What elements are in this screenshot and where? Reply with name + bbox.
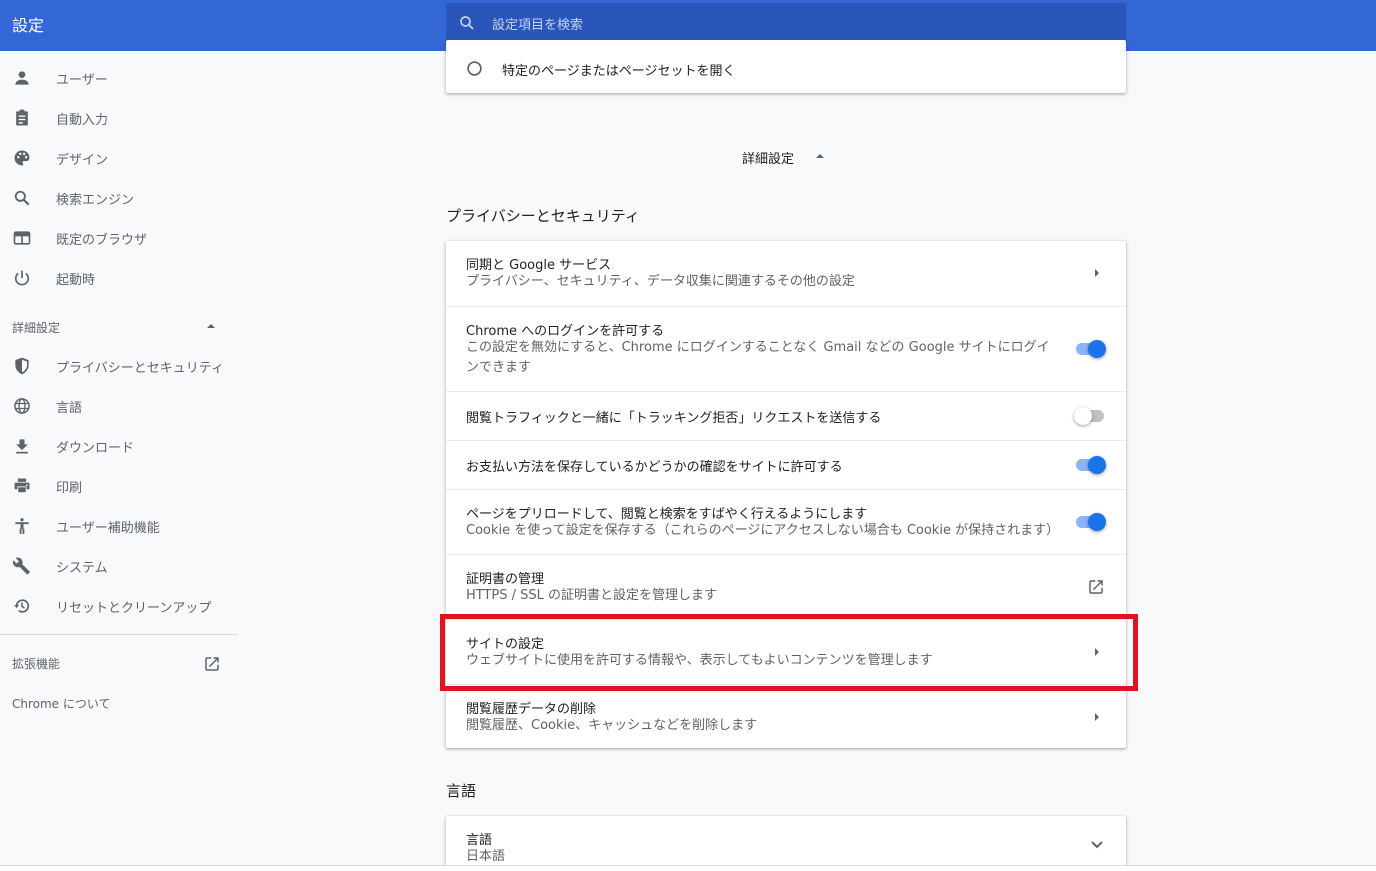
do-not-track-toggle[interactable] (1074, 406, 1106, 426)
sidebar-item-label: システム (56, 561, 108, 576)
external-link-icon[interactable] (203, 655, 221, 673)
search-placeholder: 設定項目を検索 (492, 18, 584, 33)
sidebar-item-reset[interactable]: リセットとクリーンアップ (0, 586, 238, 626)
sidebar-item-label: ユーザー (56, 73, 108, 88)
browser-icon (13, 231, 31, 245)
row-subtitle: HTTPS / SSL の証明書と設定を管理します (466, 588, 718, 603)
window-bottom-edge (0, 865, 1376, 871)
allow-chrome-signin-row: Chrome へのログインを許可する この設定を無効にすると、Chrome にロ… (446, 306, 1126, 391)
preload-pages-row: ページをプリロードして、閲覧と検索をすばやく行えるようにします Cookie を… (446, 489, 1126, 554)
preload-pages-toggle[interactable] (1074, 512, 1106, 532)
page-title: 設定 (12, 16, 45, 35)
sidebar-item-people[interactable]: ユーザー (0, 58, 238, 98)
palette-icon (14, 150, 30, 166)
language-card: 言語 日本語 (446, 816, 1126, 871)
radio-button[interactable] (466, 60, 483, 77)
chevron-right-icon (1095, 269, 1099, 277)
sidebar-item-downloads[interactable]: ダウンロード (0, 426, 238, 466)
search-icon (460, 16, 474, 30)
download-icon (16, 439, 28, 454)
sidebar-item-accessibility[interactable]: ユーザー補助機能 (0, 506, 238, 546)
payment-methods-toggle[interactable] (1074, 455, 1106, 475)
accessibility-icon (15, 518, 29, 534)
manage-certificates-row[interactable]: 証明書の管理 HTTPS / SSL の証明書と設定を管理します (446, 554, 1126, 619)
search-input[interactable]: 設定項目を検索 (446, 3, 1126, 43)
sidebar-item-system[interactable]: システム (0, 546, 238, 586)
advanced-settings-toggle[interactable]: 詳細設定 (742, 148, 794, 167)
sidebar-item-label: リセットとクリーンアップ (56, 601, 212, 616)
sidebar-item-label: 自動入力 (56, 113, 109, 128)
do-not-track-row: 閲覧トラフィックと一緒に「トラッキング拒否」リクエストを送信する (446, 391, 1126, 440)
globe-icon (14, 398, 30, 414)
row-subtitle: プライバシー、セキュリティ、データ収集に関連するその他の設定 (466, 274, 855, 289)
startup-option-label: 特定のページまたはページセットを開く (502, 64, 736, 79)
sidebar-item-label: 起動時 (56, 273, 96, 288)
sidebar-divider (0, 634, 238, 635)
language-section-title: 言語 (446, 782, 477, 800)
shield-icon (15, 357, 29, 375)
sidebar-item-label: ダウンロード (56, 441, 135, 456)
person-icon (15, 71, 29, 85)
toggle-knob (1088, 340, 1106, 358)
sidebar-item-languages[interactable]: 言語 (0, 386, 238, 426)
row-title: 同期と Google サービス (466, 258, 612, 273)
sidebar: ユーザー 自動入力 デザイン 検索エンジン 既定のブラウザ 起動時 詳細設定 プ… (0, 51, 240, 865)
language-row[interactable]: 言語 日本語 (446, 816, 1126, 871)
sidebar-item-printing[interactable]: 印刷 (0, 466, 238, 506)
row-subtitle: この設定を無効にすると、Chrome にログインすることなく Gmail などの… (466, 340, 1050, 375)
caret-up-icon[interactable] (814, 151, 826, 161)
payment-methods-check-row: お支払い方法を保存しているかどうかの確認をサイトに許可する (446, 440, 1126, 489)
sidebar-item-about-chrome[interactable]: Chrome について (12, 695, 111, 712)
advanced-label: 詳細設定 (742, 152, 795, 167)
site-settings-highlight (440, 614, 1138, 691)
printer-icon (14, 478, 30, 494)
toggle-knob (1074, 407, 1092, 425)
allow-chrome-signin-toggle[interactable] (1074, 339, 1106, 359)
row-title: Chrome へのログインを許可する (466, 324, 665, 339)
sidebar-item-default-browser[interactable]: 既定のブラウザ (0, 218, 238, 258)
sidebar-item-label: 言語 (56, 401, 83, 416)
search-icon (14, 190, 30, 206)
row-subtitle: 閲覧履歴、Cookie、キャッシュなどを削除します (466, 718, 758, 733)
sidebar-item-label: デザイン (56, 153, 109, 168)
sidebar-item-privacy[interactable]: プライバシーとセキュリティ (0, 346, 238, 386)
external-link-icon (1089, 580, 1103, 594)
toggle-knob (1088, 513, 1106, 531)
toggle-knob (1088, 456, 1106, 474)
sidebar-item-label: 既定のブラウザ (56, 233, 148, 248)
row-title: 言語 (466, 833, 493, 848)
wrench-icon (12, 557, 30, 575)
caret-up-icon[interactable] (205, 321, 217, 331)
privacy-section-title: プライバシーとセキュリティ (446, 207, 640, 225)
sidebar-item-label: プライバシーとセキュリティ (56, 361, 224, 376)
sidebar-item-label: 検索エンジン (56, 193, 135, 208)
row-title: 証明書の管理 (466, 572, 545, 587)
chevron-down-icon (1091, 841, 1103, 849)
history-icon (14, 599, 30, 613)
row-title: 閲覧トラフィックと一緒に「トラッキング拒否」リクエストを送信する (466, 411, 882, 426)
sidebar-item-label: 印刷 (56, 481, 83, 496)
clipboard-icon (16, 109, 28, 126)
row-subtitle: Cookie を使って設定を保存する（これらのページにアクセスしない場合も Co… (466, 523, 1060, 538)
startup-card: 特定のページまたはページセットを開く (446, 40, 1126, 93)
sidebar-item-autofill[interactable]: 自動入力 (0, 98, 238, 138)
chevron-right-icon (1095, 713, 1099, 721)
sidebar-item-on-startup[interactable]: 起動時 (0, 258, 238, 298)
sidebar-item-extensions[interactable]: 拡張機能 (12, 655, 60, 672)
sidebar-advanced-header[interactable]: 詳細設定 (12, 319, 60, 336)
row-subtitle: 日本語 (466, 849, 506, 864)
sidebar-item-label: ユーザー補助機能 (56, 521, 160, 536)
row-title: 閲覧履歴データの削除 (466, 702, 597, 717)
sidebar-item-search-engine[interactable]: 検索エンジン (0, 178, 238, 218)
sidebar-item-appearance[interactable]: デザイン (0, 138, 238, 178)
row-title: お支払い方法を保存しているかどうかの確認をサイトに許可する (466, 460, 843, 475)
row-title: ページをプリロードして、閲覧と検索をすばやく行えるようにします (466, 507, 868, 522)
clear-browsing-data-row[interactable]: 閲覧履歴データの削除 閲覧履歴、Cookie、キャッシュなどを削除します (446, 684, 1126, 748)
sync-google-services-row[interactable]: 同期と Google サービス プライバシー、セキュリティ、データ収集に関連する… (446, 241, 1126, 306)
power-icon (14, 270, 30, 286)
